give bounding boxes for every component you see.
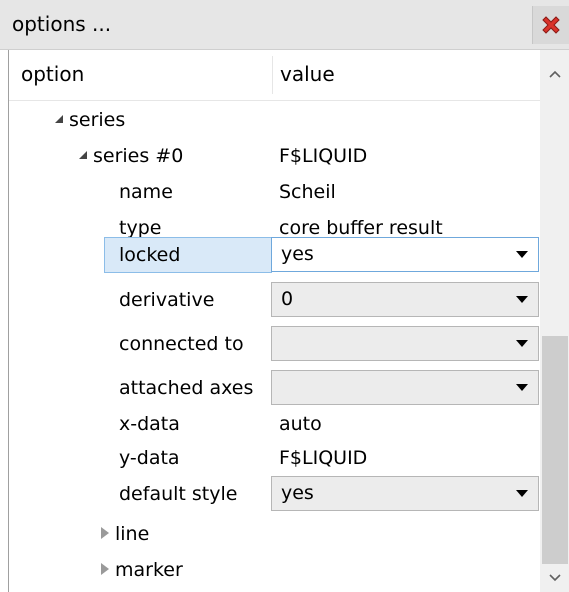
- property-value-y-data[interactable]: F$LIQUID: [279, 440, 367, 476]
- locked-dropdown-value: yes: [281, 243, 314, 265]
- scrollbar-thumb[interactable]: [542, 336, 568, 564]
- property-row-y-data[interactable]: y-data F$LIQUID: [9, 440, 540, 476]
- tree-row-series[interactable]: series: [9, 102, 540, 138]
- dropdown-arrow-icon[interactable]: [516, 296, 528, 303]
- options-panel: option value series series #0 F$LIQUID n…: [8, 50, 569, 592]
- dropdown-arrow-icon[interactable]: [516, 490, 528, 497]
- column-header-value[interactable]: value: [280, 62, 335, 86]
- property-row-attached-axes[interactable]: attached axes: [9, 370, 540, 406]
- scroll-up-icon[interactable]: [540, 62, 569, 86]
- property-value-name[interactable]: Scheil: [279, 174, 336, 210]
- property-label-attached-axes: attached axes: [119, 377, 254, 399]
- derivative-dropdown[interactable]: 0: [271, 282, 539, 317]
- tree-row-line[interactable]: line: [9, 516, 540, 552]
- window-title: options ...: [12, 12, 112, 36]
- expanded-triangle-icon[interactable]: [79, 150, 87, 159]
- close-icon: [542, 16, 560, 34]
- column-separator[interactable]: [272, 56, 273, 94]
- property-row-x-data[interactable]: x-data auto: [9, 406, 540, 442]
- property-row-derivative[interactable]: derivative 0: [9, 282, 540, 318]
- attached-axes-dropdown[interactable]: [271, 370, 539, 405]
- property-label-y-data: y-data: [119, 447, 180, 469]
- dropdown-arrow-icon[interactable]: [516, 340, 528, 347]
- scroll-down-icon[interactable]: [540, 566, 569, 590]
- expanded-triangle-icon[interactable]: [55, 114, 63, 123]
- tree-row-series-0[interactable]: series #0 F$LIQUID: [9, 138, 540, 174]
- tree-label-line: line: [115, 523, 150, 545]
- connected-to-dropdown[interactable]: [271, 326, 539, 361]
- property-label-name: name: [119, 181, 173, 203]
- locked-dropdown[interactable]: yes: [271, 237, 539, 272]
- default-style-dropdown-value: yes: [281, 482, 314, 504]
- property-label-default-style: default style: [119, 483, 238, 505]
- dropdown-arrow-icon[interactable]: [516, 251, 528, 258]
- tree-label-series-0: series #0: [93, 145, 184, 167]
- property-value-x-data[interactable]: auto: [279, 406, 322, 442]
- table-header: option value: [9, 50, 540, 101]
- collapsed-triangle-icon[interactable]: [101, 562, 109, 575]
- title-bar: options ...: [0, 0, 569, 50]
- property-label-connected-to: connected to: [119, 333, 244, 355]
- dropdown-arrow-icon[interactable]: [516, 384, 528, 391]
- property-row-name[interactable]: name Scheil: [9, 174, 540, 210]
- tree-label-series: series: [69, 109, 126, 131]
- value-series-0: F$LIQUID: [279, 145, 368, 167]
- tree-label-marker: marker: [115, 559, 183, 581]
- vertical-scrollbar[interactable]: [540, 50, 569, 592]
- property-label-x-data: x-data: [119, 413, 180, 435]
- property-row-locked[interactable]: locked yes: [9, 237, 540, 273]
- property-label-derivative: derivative: [119, 289, 215, 311]
- property-row-connected-to[interactable]: connected to: [9, 326, 540, 362]
- property-label-locked: locked: [119, 244, 181, 266]
- property-row-default-style[interactable]: default style yes: [9, 476, 540, 512]
- derivative-dropdown-value: 0: [281, 288, 294, 310]
- tree-row-marker[interactable]: marker: [9, 552, 540, 588]
- default-style-dropdown[interactable]: yes: [271, 476, 539, 511]
- close-button[interactable]: [532, 6, 569, 44]
- collapsed-triangle-icon[interactable]: [101, 526, 109, 539]
- column-header-option[interactable]: option: [21, 62, 84, 86]
